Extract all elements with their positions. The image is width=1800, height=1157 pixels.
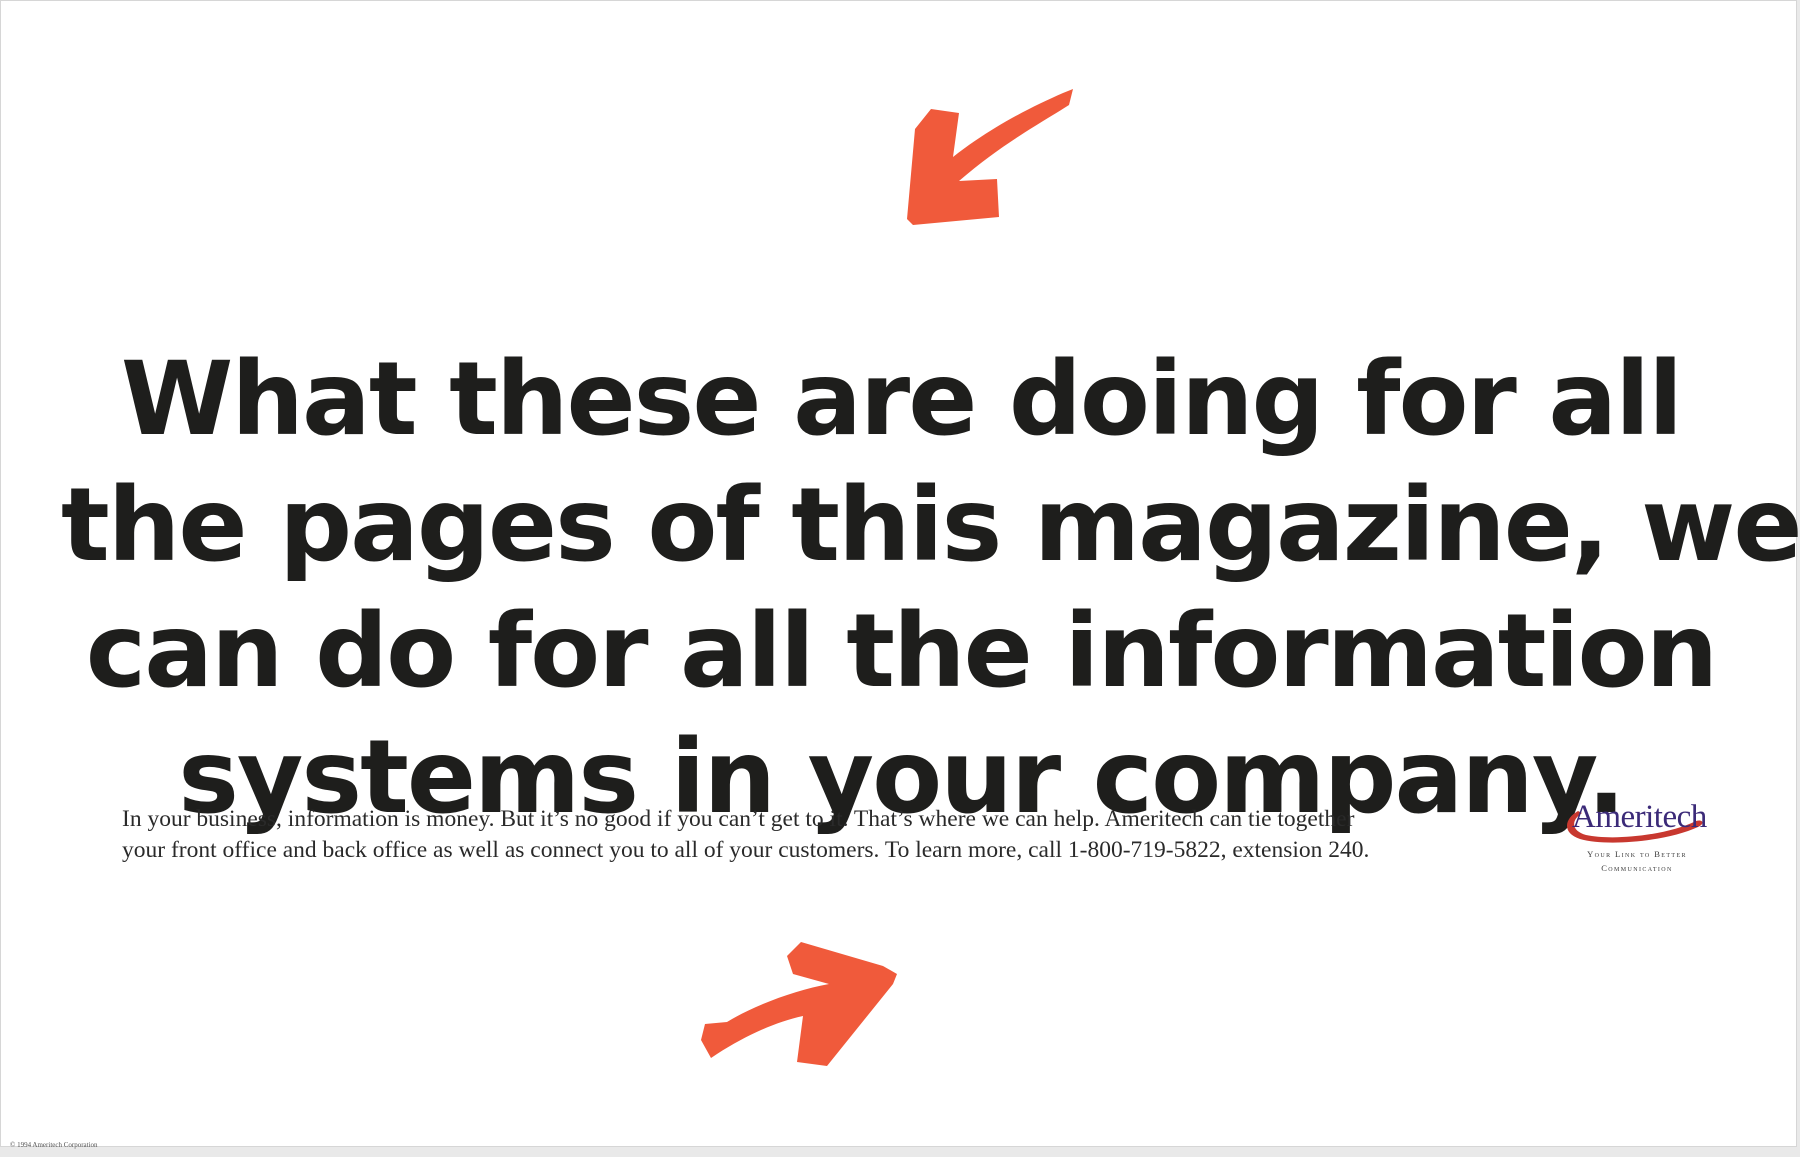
- copyright-notice: © 1994 Ameritech Corporation: [10, 1141, 98, 1149]
- advertisement-page: What these are doing for all the pages o…: [0, 0, 1800, 1147]
- headline: What these are doing for all the pages o…: [61, 337, 1800, 841]
- body-copy: In your business, information is money. …: [122, 804, 1552, 866]
- top-arrow-shape: [907, 89, 1073, 225]
- arrow-pointing-up-right-icon: [701, 936, 901, 1071]
- bottom-arrow-shape: [701, 942, 897, 1066]
- ameritech-logo: Ameritech Your Link to Better Communicat…: [1556, 791, 1711, 881]
- logo-wordmark: Ameritech: [1572, 799, 1707, 835]
- arrow-pointing-up-left-icon: [901, 79, 1076, 229]
- logo-tagline: Your Link to Better Communication: [1587, 849, 1687, 873]
- headline-line-2: the pages of this magazine, we: [61, 466, 1800, 586]
- body-copy-line-1: In your business, information is money. …: [122, 806, 1355, 832]
- headline-line-3: can do for all the information: [85, 592, 1718, 712]
- body-copy-line-2: your front office and back office as wel…: [122, 837, 1370, 863]
- headline-line-1: What these are doing for all: [120, 340, 1683, 460]
